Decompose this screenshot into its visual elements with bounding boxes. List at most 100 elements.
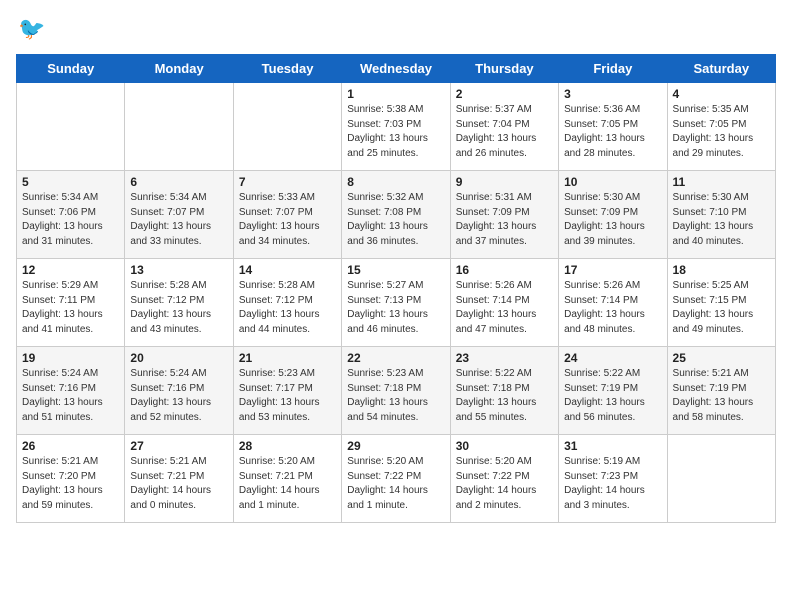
header-wednesday: Wednesday (342, 55, 450, 83)
day-number: 30 (456, 439, 553, 453)
day-info: Sunrise: 5:20 AM Sunset: 7:22 PM Dayligh… (456, 455, 553, 513)
calendar-cell: 25 Sunrise: 5:21 AM Sunset: 7:19 PM Dayli… (667, 347, 775, 435)
day-number: 31 (564, 439, 661, 453)
page-header: 🐦 (16, 16, 776, 42)
day-info: Sunrise: 5:22 AM Sunset: 7:18 PM Dayligh… (456, 367, 553, 425)
header-monday: Monday (125, 55, 233, 83)
day-number: 3 (564, 87, 661, 101)
calendar-cell: 19 Sunrise: 5:24 AM Sunset: 7:16 PM Dayli… (17, 347, 125, 435)
week-row-5: 26 Sunrise: 5:21 AM Sunset: 7:20 PM Dayli… (17, 435, 776, 523)
calendar-cell: 12 Sunrise: 5:29 AM Sunset: 7:11 PM Dayli… (17, 259, 125, 347)
calendar-cell (233, 83, 341, 171)
day-info: Sunrise: 5:36 AM Sunset: 7:05 PM Dayligh… (564, 103, 661, 161)
header-saturday: Saturday (667, 55, 775, 83)
day-info: Sunrise: 5:35 AM Sunset: 7:05 PM Dayligh… (673, 103, 770, 161)
calendar-cell: 7 Sunrise: 5:33 AM Sunset: 7:07 PM Daylig… (233, 171, 341, 259)
day-info: Sunrise: 5:27 AM Sunset: 7:13 PM Dayligh… (347, 279, 444, 337)
header-sunday: Sunday (17, 55, 125, 83)
day-number: 17 (564, 263, 661, 277)
calendar-cell: 18Sunrise: 5:25 AM Sunset: 7:15 PM Dayli… (667, 259, 775, 347)
calendar-cell: 27Sunrise: 5:21 AM Sunset: 7:21 PM Dayli… (125, 435, 233, 523)
day-info: Sunrise: 5:23 AM Sunset: 7:18 PM Dayligh… (347, 367, 444, 425)
calendar-cell: 22 Sunrise: 5:23 AM Sunset: 7:18 PM Dayli… (342, 347, 450, 435)
day-number: 12 (22, 263, 119, 277)
day-info: Sunrise: 5:37 AM Sunset: 7:04 PM Dayligh… (456, 103, 553, 161)
day-number: 14 (239, 263, 336, 277)
calendar-cell: 1 Sunrise: 5:38 AM Sunset: 7:03 PM Daylig… (342, 83, 450, 171)
calendar-cell: 10 Sunrise: 5:30 AM Sunset: 7:09 PM Dayli… (559, 171, 667, 259)
day-info: Sunrise: 5:26 AM Sunset: 7:14 PM Dayligh… (456, 279, 553, 337)
day-number: 8 (347, 175, 444, 189)
day-info: Sunrise: 5:34 AM Sunset: 7:06 PM Dayligh… (22, 191, 119, 249)
day-info: Sunrise: 5:23 AM Sunset: 7:17 PM Dayligh… (239, 367, 336, 425)
day-number: 4 (673, 87, 770, 101)
day-number: 24 (564, 351, 661, 365)
day-number: 9 (456, 175, 553, 189)
calendar-cell: 17 Sunrise: 5:26 AM Sunset: 7:14 PM Dayli… (559, 259, 667, 347)
calendar-cell: 5 Sunrise: 5:34 AM Sunset: 7:06 PM Daylig… (17, 171, 125, 259)
day-number: 25 (673, 351, 770, 365)
header-tuesday: Tuesday (233, 55, 341, 83)
day-info: Sunrise: 5:21 AM Sunset: 7:21 PM Dayligh… (130, 455, 227, 513)
calendar-cell: 29 Sunrise: 5:20 AM Sunset: 7:22 PM Dayli… (342, 435, 450, 523)
day-info: Sunrise: 5:21 AM Sunset: 7:20 PM Dayligh… (22, 455, 119, 513)
header-friday: Friday (559, 55, 667, 83)
calendar-cell: 9 Sunrise: 5:31 AM Sunset: 7:09 PM Daylig… (450, 171, 558, 259)
day-info: Sunrise: 5:26 AM Sunset: 7:14 PM Dayligh… (564, 279, 661, 337)
day-number: 10 (564, 175, 661, 189)
day-info: Sunrise: 5:24 AM Sunset: 7:16 PM Dayligh… (130, 367, 227, 425)
day-number: 26 (22, 439, 119, 453)
day-number: 13 (130, 263, 227, 277)
day-number: 18 (673, 263, 770, 277)
day-info: Sunrise: 5:33 AM Sunset: 7:07 PM Dayligh… (239, 191, 336, 249)
day-info: Sunrise: 5:21 AM Sunset: 7:19 PM Dayligh… (673, 367, 770, 425)
week-row-1: 1 Sunrise: 5:38 AM Sunset: 7:03 PM Daylig… (17, 83, 776, 171)
day-info: Sunrise: 5:24 AM Sunset: 7:16 PM Dayligh… (22, 367, 119, 425)
calendar-cell: 13 Sunrise: 5:28 AM Sunset: 7:12 PM Dayli… (125, 259, 233, 347)
calendar-cell: 3 Sunrise: 5:36 AM Sunset: 7:05 PM Daylig… (559, 83, 667, 171)
day-number: 5 (22, 175, 119, 189)
calendar-cell: 21Sunrise: 5:23 AM Sunset: 7:17 PM Dayli… (233, 347, 341, 435)
calendar-cell: 8 Sunrise: 5:32 AM Sunset: 7:08 PM Daylig… (342, 171, 450, 259)
header-thursday: Thursday (450, 55, 558, 83)
day-info: Sunrise: 5:30 AM Sunset: 7:09 PM Dayligh… (564, 191, 661, 249)
day-info: Sunrise: 5:29 AM Sunset: 7:11 PM Dayligh… (22, 279, 119, 337)
day-number: 29 (347, 439, 444, 453)
day-number: 6 (130, 175, 227, 189)
calendar-cell (125, 83, 233, 171)
calendar-cell: 20Sunrise: 5:24 AM Sunset: 7:16 PM Dayli… (125, 347, 233, 435)
day-info: Sunrise: 5:38 AM Sunset: 7:03 PM Dayligh… (347, 103, 444, 161)
calendar-cell: 24 Sunrise: 5:22 AM Sunset: 7:19 PM Dayli… (559, 347, 667, 435)
day-number: 7 (239, 175, 336, 189)
calendar-cell: 28Sunrise: 5:20 AM Sunset: 7:21 PM Dayli… (233, 435, 341, 523)
calendar-cell: 4 Sunrise: 5:35 AM Sunset: 7:05 PM Daylig… (667, 83, 775, 171)
day-info: Sunrise: 5:34 AM Sunset: 7:07 PM Dayligh… (130, 191, 227, 249)
calendar-cell: 14 Sunrise: 5:28 AM Sunset: 7:12 PM Dayli… (233, 259, 341, 347)
day-info: Sunrise: 5:28 AM Sunset: 7:12 PM Dayligh… (239, 279, 336, 337)
calendar-cell: 30 Sunrise: 5:20 AM Sunset: 7:22 PM Dayli… (450, 435, 558, 523)
day-number: 23 (456, 351, 553, 365)
calendar-cell (667, 435, 775, 523)
calendar-cell: 15 Sunrise: 5:27 AM Sunset: 7:13 PM Dayli… (342, 259, 450, 347)
calendar-cell: 2 Sunrise: 5:37 AM Sunset: 7:04 PM Daylig… (450, 83, 558, 171)
day-number: 22 (347, 351, 444, 365)
calendar-cell: 16Sunrise: 5:26 AM Sunset: 7:14 PM Dayli… (450, 259, 558, 347)
week-row-2: 5 Sunrise: 5:34 AM Sunset: 7:06 PM Daylig… (17, 171, 776, 259)
day-number: 19 (22, 351, 119, 365)
calendar-cell: 23 Sunrise: 5:22 AM Sunset: 7:18 PM Dayli… (450, 347, 558, 435)
day-number: 28 (239, 439, 336, 453)
day-info: Sunrise: 5:19 AM Sunset: 7:23 PM Dayligh… (564, 455, 661, 513)
day-info: Sunrise: 5:32 AM Sunset: 7:08 PM Dayligh… (347, 191, 444, 249)
day-info: Sunrise: 5:30 AM Sunset: 7:10 PM Dayligh… (673, 191, 770, 249)
day-number: 15 (347, 263, 444, 277)
calendar-cell: 26 Sunrise: 5:21 AM Sunset: 7:20 PM Dayli… (17, 435, 125, 523)
calendar-cell (17, 83, 125, 171)
day-info: Sunrise: 5:31 AM Sunset: 7:09 PM Dayligh… (456, 191, 553, 249)
logo-bird-icon: 🐦 (18, 16, 45, 42)
day-number: 2 (456, 87, 553, 101)
day-info: Sunrise: 5:28 AM Sunset: 7:12 PM Dayligh… (130, 279, 227, 337)
day-number: 1 (347, 87, 444, 101)
day-number: 11 (673, 175, 770, 189)
day-info: Sunrise: 5:20 AM Sunset: 7:22 PM Dayligh… (347, 455, 444, 513)
day-info: Sunrise: 5:22 AM Sunset: 7:19 PM Dayligh… (564, 367, 661, 425)
